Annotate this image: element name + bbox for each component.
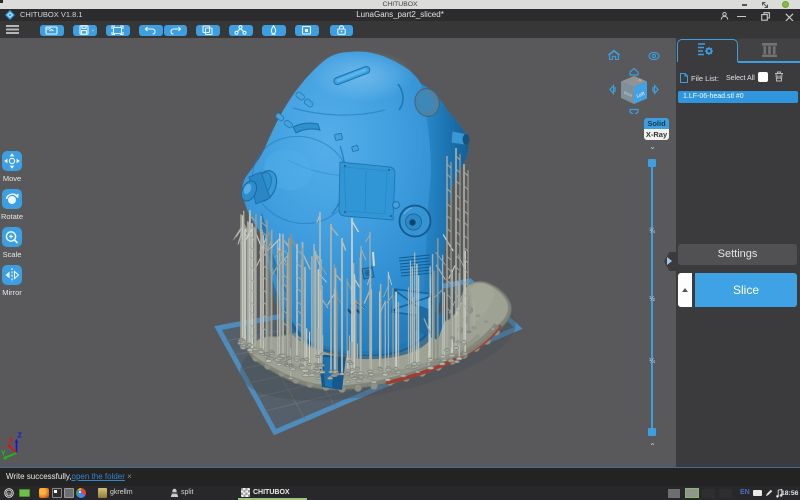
svg-text:m: m: [7, 491, 11, 496]
svg-text:Y: Y: [1, 451, 6, 458]
svg-text:Z: Z: [18, 433, 23, 440]
svg-text:X: X: [9, 438, 14, 445]
